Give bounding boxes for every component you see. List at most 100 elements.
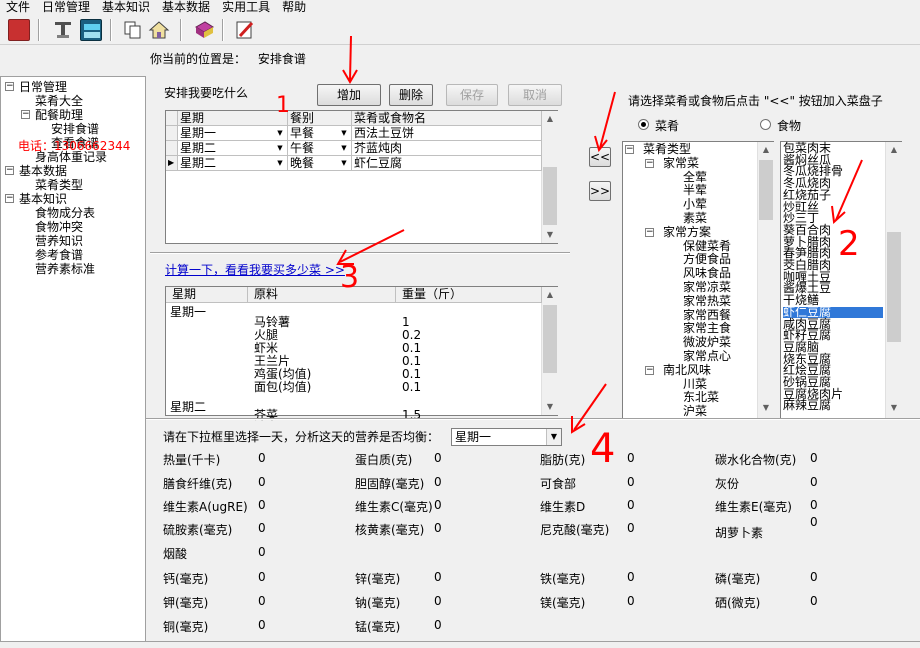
scroll-up-arrow-icon[interactable]: ▲ (758, 142, 774, 158)
tree-item[interactable]: 参考食谱 (35, 248, 83, 262)
menu-item[interactable]: 实用工具 (216, 0, 276, 14)
row-indicator[interactable]: ▶ (166, 156, 178, 171)
tree-item[interactable]: 日常管理 (19, 80, 67, 94)
type-tree-item[interactable]: 家常凉菜 (683, 281, 731, 294)
type-tree-item[interactable]: 微波炉菜 (683, 336, 731, 349)
collapse-icon[interactable]: − (625, 145, 634, 154)
plan-cell-day[interactable]: 星期二 ▼ (178, 141, 288, 156)
save-button[interactable]: 保存 (446, 84, 498, 106)
save-icon[interactable] (8, 19, 30, 41)
tree-item[interactable]: 基本数据 (19, 164, 67, 178)
collapse-icon[interactable]: − (21, 110, 30, 119)
row-indicator[interactable] (166, 126, 178, 141)
add-button[interactable]: 增加 (317, 84, 381, 106)
scroll-up-arrow-icon[interactable]: ▲ (542, 111, 558, 127)
type-tree-item[interactable]: 风味食品 (683, 267, 731, 280)
food-radio[interactable] (760, 119, 771, 130)
collapse-icon[interactable]: − (5, 166, 14, 175)
tree-item[interactable]: 食物冲突 (35, 220, 83, 234)
scale-icon[interactable] (52, 19, 74, 41)
copy-icon[interactable] (122, 19, 144, 41)
menu-item[interactable]: 文件 (0, 0, 36, 14)
plan-cell-day[interactable]: 星期二 ▼ (178, 156, 288, 171)
scroll-thumb[interactable] (887, 232, 901, 342)
dish-list-item[interactable]: 麻辣豆腐 (783, 399, 831, 411)
scroll-up-arrow-icon[interactable]: ▲ (542, 287, 558, 303)
dropdown-arrow-icon[interactable]: ▼ (339, 127, 349, 139)
tree-item[interactable]: 菜肴大全 (35, 94, 83, 108)
menu-item[interactable]: 基本数据 (156, 0, 216, 14)
plan-cell-meal[interactable]: 早餐 ▼ (288, 126, 352, 141)
scroll-down-arrow-icon[interactable]: ▼ (886, 400, 902, 416)
calculate-link[interactable]: 计算一下，看看我要买多少菜 >> (165, 261, 345, 278)
edit-icon[interactable] (234, 19, 256, 41)
type-tree-item[interactable]: 家常西餐 (683, 308, 731, 322)
type-tree-item[interactable]: 小荤 (683, 198, 707, 211)
collapse-icon[interactable]: − (5, 82, 14, 91)
scroll-thumb[interactable] (543, 305, 557, 373)
calculator-icon[interactable] (80, 19, 102, 41)
row-indicator[interactable] (166, 141, 178, 156)
home-icon[interactable] (148, 19, 170, 41)
tree-item[interactable]: 营养素标准 (35, 262, 95, 276)
nutrient-value: 0 (810, 570, 818, 584)
dish-radio[interactable] (638, 119, 649, 130)
plan-cell-food[interactable]: 西法土豆饼 (352, 126, 542, 141)
scroll-thumb[interactable] (759, 160, 773, 220)
scroll-up-arrow-icon[interactable]: ▲ (886, 142, 902, 158)
remove-from-plate-button[interactable]: >> (589, 181, 611, 201)
type-tree-item[interactable]: 家常点心 (683, 350, 731, 363)
type-tree-item[interactable]: 方便食品 (683, 253, 731, 266)
tree-item[interactable]: 营养知识 (35, 234, 83, 248)
type-tree-item[interactable]: 沪菜 (683, 405, 707, 418)
type-tree-item[interactable]: 半荤 (683, 184, 707, 197)
type-tree-item[interactable]: 菜肴类型 (643, 143, 691, 156)
type-tree-scrollbar[interactable]: ▲ ▼ (757, 142, 774, 418)
collapse-icon[interactable]: − (645, 158, 654, 168)
menu-item[interactable]: 基本知识 (96, 0, 156, 14)
dropdown-arrow-icon[interactable]: ▼ (339, 157, 349, 169)
dropdown-arrow-icon[interactable]: ▼ (275, 127, 285, 139)
tree-item[interactable]: 配餐助理 (35, 108, 83, 122)
chevron-down-icon[interactable]: ▼ (546, 429, 561, 445)
dropdown-arrow-icon[interactable]: ▼ (275, 142, 285, 154)
type-tree-item[interactable]: 素菜 (683, 212, 707, 225)
type-tree-item[interactable]: 家常热菜 (683, 294, 731, 308)
scroll-thumb[interactable] (543, 167, 557, 225)
type-tree-item[interactable]: 保健菜肴 (683, 239, 731, 253)
add-to-plate-button[interactable]: << (589, 147, 611, 167)
type-tree-item[interactable]: 全荤 (683, 170, 707, 184)
plan-cell-meal[interactable]: 午餐 ▼ (288, 141, 352, 156)
menu-item[interactable]: 日常管理 (36, 0, 96, 14)
shopping-grid-scrollbar[interactable]: ▲ ▼ (541, 287, 558, 415)
collapse-icon[interactable]: − (645, 365, 654, 375)
collapse-icon[interactable]: − (5, 194, 14, 203)
tree-item[interactable]: 安排食谱 (51, 122, 99, 136)
dropdown-arrow-icon[interactable]: ▼ (339, 142, 349, 154)
tree-item[interactable]: 菜肴类型 (35, 178, 83, 192)
tree-item[interactable]: 食物成分表 (35, 206, 95, 220)
scroll-down-arrow-icon[interactable]: ▼ (542, 227, 558, 243)
plan-cell-food[interactable]: 虾仁豆腐 (352, 156, 542, 171)
scroll-down-arrow-icon[interactable]: ▼ (758, 400, 774, 416)
tree-item[interactable]: 基本知识 (19, 192, 67, 206)
type-tree-item[interactable]: 川菜 (683, 377, 707, 391)
cancel-button[interactable]: 取消 (508, 84, 562, 106)
plan-grid-scrollbar[interactable]: ▲ ▼ (541, 111, 558, 243)
type-tree-item[interactable]: 家常主食 (683, 322, 731, 335)
type-tree-item[interactable]: 家常菜 (663, 156, 699, 170)
scroll-down-arrow-icon[interactable]: ▼ (542, 399, 558, 415)
day-select[interactable]: 星期一 ▼ (451, 428, 562, 446)
type-tree-item[interactable]: 家常方案 (663, 225, 711, 239)
delete-button[interactable]: 删除 (389, 84, 433, 106)
book-icon[interactable] (193, 19, 215, 41)
type-tree-item[interactable]: 南北风味 (663, 363, 711, 377)
plan-cell-meal[interactable]: 晚餐 ▼ (288, 156, 352, 171)
plan-cell-day[interactable]: 星期一 ▼ (178, 126, 288, 141)
menu-item[interactable]: 帮助 (276, 0, 312, 14)
plan-cell-food[interactable]: 芥蓝炖肉 (352, 141, 542, 156)
dish-list-scrollbar[interactable]: ▲ ▼ (885, 142, 902, 418)
collapse-icon[interactable]: − (645, 227, 654, 237)
dropdown-arrow-icon[interactable]: ▼ (275, 157, 285, 169)
type-tree-item[interactable]: 东北菜 (683, 391, 719, 404)
